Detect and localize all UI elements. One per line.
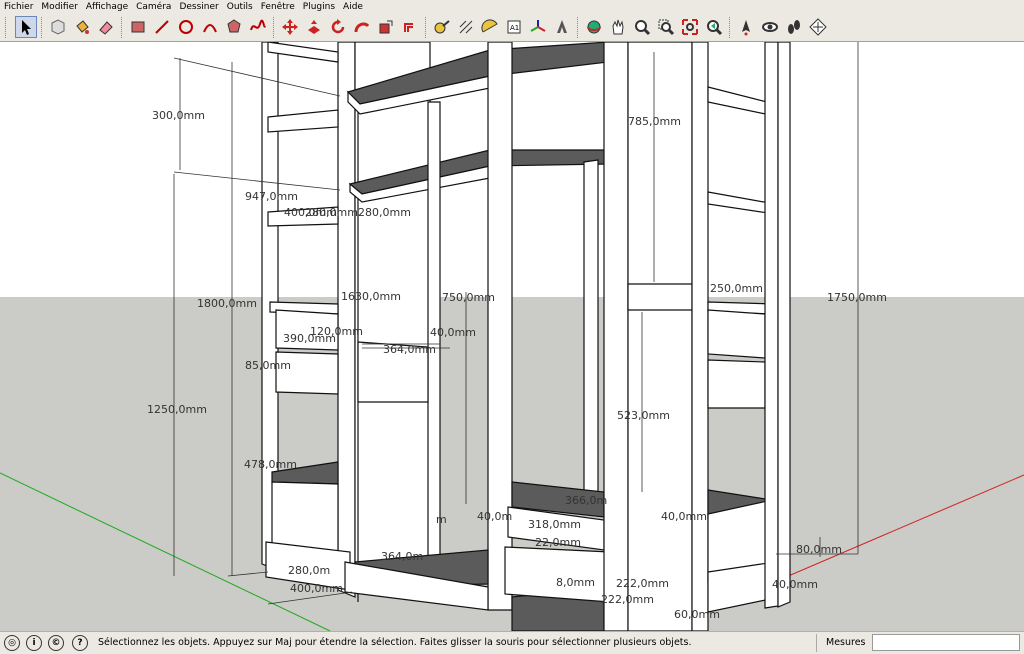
dimension-label[interactable]: 478,0mm — [244, 459, 297, 471]
push-pull-icon[interactable] — [303, 16, 325, 38]
dimension-label[interactable]: 400,0mm — [290, 583, 343, 595]
rotate-icon[interactable] — [327, 16, 349, 38]
zoom-extents-icon[interactable] — [679, 16, 701, 38]
measures-label: Mesures — [826, 637, 866, 648]
menu-dessiner[interactable]: Dessiner — [175, 0, 222, 14]
measures-input[interactable] — [872, 634, 1020, 651]
circle-icon[interactable] — [175, 16, 197, 38]
dimension-label[interactable]: 364,0m — [381, 551, 423, 563]
look-around-icon[interactable] — [759, 16, 781, 38]
tape-measure-icon[interactable] — [431, 16, 453, 38]
toolbar-separator — [273, 17, 277, 38]
dimension-label[interactable]: 785,0mm — [628, 116, 681, 128]
dimension-label[interactable]: 750,0mm — [442, 292, 495, 304]
menu-camera[interactable]: Caméra — [132, 0, 175, 14]
dimension-label[interactable]: 947,0mm — [245, 191, 298, 203]
geo-location-icon[interactable]: ◎ — [4, 635, 20, 651]
pan-icon[interactable] — [607, 16, 629, 38]
paint-bucket-icon[interactable] — [71, 16, 93, 38]
menu-outils[interactable]: Outils — [223, 0, 257, 14]
toolbar-separator — [425, 17, 429, 38]
toolbar-separator — [729, 17, 733, 38]
toolbar-grip[interactable] — [5, 17, 9, 38]
make-component-icon[interactable] — [47, 16, 69, 38]
menu-plugins[interactable]: Plugins — [299, 0, 339, 14]
menu-modifier[interactable]: Modifier — [37, 0, 81, 14]
protractor-icon[interactable] — [479, 16, 501, 38]
dimension-label[interactable]: 390,0mm — [283, 333, 336, 345]
walk-icon[interactable] — [783, 16, 805, 38]
dimension-label[interactable]: 1750,0mm — [827, 292, 887, 304]
wardrobe-model — [0, 42, 1024, 631]
dimension-label[interactable]: 523,0mm — [617, 410, 670, 422]
menu-affichage[interactable]: Affichage — [82, 0, 132, 14]
follow-me-icon[interactable] — [351, 16, 373, 38]
dimension-label[interactable]: 280,0m — [288, 565, 330, 577]
arc-icon[interactable] — [199, 16, 221, 38]
zoom-window-icon[interactable] — [655, 16, 677, 38]
text-icon[interactable]: A1 — [503, 16, 525, 38]
previous-view-icon[interactable] — [703, 16, 725, 38]
dimension-label[interactable]: 8,0mm — [556, 577, 595, 589]
dimension-label[interactable]: 40,0mm — [661, 511, 707, 523]
menu-bar: Fichier Modifier Affichage Caméra Dessiner Ou… — [0, 0, 1024, 14]
section-plane-icon[interactable] — [807, 16, 829, 38]
dimension-label[interactable]: 300,0mm — [152, 110, 205, 122]
dimension-label[interactable]: m — [436, 514, 447, 526]
main-toolbar: A1 — [0, 14, 1024, 42]
status-separator — [816, 634, 817, 652]
left-module — [261, 42, 431, 603]
status-message: Sélectionnez les objets. Appuyez sur Maj… — [98, 637, 692, 648]
dimension-label[interactable]: 280,0mm — [305, 207, 358, 219]
orbit-icon[interactable] — [583, 16, 605, 38]
menu-aide[interactable]: Aide — [339, 0, 367, 14]
menu-fichier[interactable]: Fichier — [0, 0, 37, 14]
3d-text-icon[interactable] — [551, 16, 573, 38]
dimension-label[interactable]: 222,0mm — [616, 578, 669, 590]
dimension-label[interactable]: 80,0mm — [796, 544, 842, 556]
dimension-label[interactable]: 1250,0mm — [147, 404, 207, 416]
eraser-icon[interactable] — [95, 16, 117, 38]
dimension-label[interactable]: 280,0mm — [358, 207, 411, 219]
scale-icon[interactable] — [375, 16, 397, 38]
zoom-icon[interactable] — [631, 16, 653, 38]
dimension-label[interactable]: 1630,0mm — [341, 291, 401, 303]
polygon-icon[interactable] — [223, 16, 245, 38]
freehand-icon[interactable] — [247, 16, 269, 38]
menu-fenetre[interactable]: Fenêtre — [257, 0, 299, 14]
toolbar-separator — [121, 17, 125, 38]
line-icon[interactable] — [151, 16, 173, 38]
rectangle-icon[interactable] — [127, 16, 149, 38]
dimension-label[interactable]: 60,0mm — [674, 609, 720, 621]
dimension-label[interactable]: 366,0m — [565, 495, 607, 507]
svg-text:A1: A1 — [510, 24, 519, 32]
model-viewport[interactable]: 300,0mm 947,0mm 400,0mm 280,0mm 280,0mm 1800,… — [0, 42, 1024, 631]
dimension-label[interactable]: 318,0mm — [528, 519, 581, 531]
dimension-label[interactable]: 222,0mm — [601, 594, 654, 606]
dimension-label[interactable]: 85,0mm — [245, 360, 291, 372]
status-bar: ◎ i © ? Sélectionnez les objets. Appuyez… — [0, 631, 1024, 654]
toolbar-separator — [577, 17, 581, 38]
offset-icon[interactable] — [399, 16, 421, 38]
dimension-label[interactable]: 364,0mm — [383, 344, 436, 356]
help-icon[interactable]: ? — [72, 635, 88, 651]
dimension-icon[interactable] — [455, 16, 477, 38]
select-tool-icon[interactable] — [15, 16, 37, 38]
dimension-label[interactable]: 1800,0mm — [197, 298, 257, 310]
toolbar-separator — [41, 17, 45, 38]
dimension-label[interactable]: 40,0m — [477, 511, 512, 523]
position-camera-icon[interactable] — [735, 16, 757, 38]
dimension-label[interactable]: 250,0mm — [710, 283, 763, 295]
info-icon[interactable]: i — [26, 635, 42, 651]
credits-icon[interactable]: © — [48, 635, 64, 651]
dimension-label[interactable]: 22,0mm — [535, 537, 581, 549]
move-icon[interactable] — [279, 16, 301, 38]
dimension-label[interactable]: 40,0mm — [772, 579, 818, 591]
dimension-label[interactable]: 40,0mm — [430, 327, 476, 339]
axes-icon[interactable] — [527, 16, 549, 38]
